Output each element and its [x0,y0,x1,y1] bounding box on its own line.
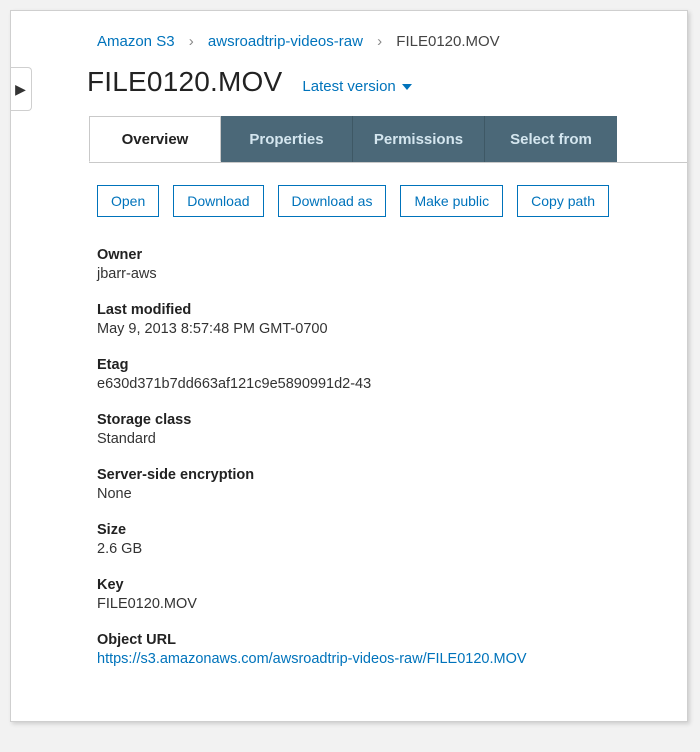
object-url-label: Object URL [97,632,667,648]
etag-value: e630d371b7dd663af121c9e5890991d2-43 [97,376,667,392]
breadcrumb-bucket[interactable]: awsroadtrip-videos-raw [208,33,363,50]
size-label: Size [97,522,667,538]
sse-value: None [97,486,667,502]
version-label: Latest version [302,78,395,95]
breadcrumb: Amazon S3 › awsroadtrip-videos-raw › FIL… [11,11,687,60]
tab-properties[interactable]: Properties [221,116,353,162]
last-modified-value: May 9, 2013 8:57:48 PM GMT-0700 [97,321,667,337]
action-bar: Open Download Download as Make public Co… [11,163,687,223]
prop-last-modified: Last modified May 9, 2013 8:57:48 PM GMT… [97,302,667,337]
owner-value: jbarr-aws [97,266,667,282]
storage-class-value: Standard [97,431,667,447]
prop-owner: Owner jbarr-aws [97,247,667,282]
etag-label: Etag [97,357,667,373]
expand-side-panel-button[interactable]: ▶ [10,67,32,111]
copy-path-button[interactable]: Copy path [517,185,609,217]
last-modified-label: Last modified [97,302,667,318]
prop-sse: Server-side encryption None [97,467,667,502]
prop-object-url: Object URL https://s3.amazonaws.com/awsr… [97,632,667,667]
prop-size: Size 2.6 GB [97,522,667,557]
open-button[interactable]: Open [97,185,159,217]
chevron-right-icon: ▶ [15,81,26,98]
key-label: Key [97,577,667,593]
chevron-right-icon: › [367,33,392,50]
storage-class-label: Storage class [97,412,667,428]
prop-key: Key FILE0120.MOV [97,577,667,612]
download-button[interactable]: Download [173,185,263,217]
breadcrumb-object: FILE0120.MOV [396,33,499,50]
tab-bar: Overview Properties Permissions Select f… [89,116,687,163]
tab-select-from[interactable]: Select from [485,116,617,162]
breadcrumb-root[interactable]: Amazon S3 [97,33,175,50]
caret-down-icon [402,84,412,90]
object-detail-panel: ▶ Amazon S3 › awsroadtrip-videos-raw › F… [10,10,688,722]
object-properties: Owner jbarr-aws Last modified May 9, 201… [11,223,687,667]
tab-permissions[interactable]: Permissions [353,116,485,162]
key-value: FILE0120.MOV [97,596,667,612]
prop-etag: Etag e630d371b7dd663af121c9e5890991d2-43 [97,357,667,392]
size-value: 2.6 GB [97,541,667,557]
download-as-button[interactable]: Download as [278,185,387,217]
owner-label: Owner [97,247,667,263]
prop-storage-class: Storage class Standard [97,412,667,447]
tab-overview[interactable]: Overview [89,116,221,162]
object-url-link[interactable]: https://s3.amazonaws.com/awsroadtrip-vid… [97,651,667,667]
sse-label: Server-side encryption [97,467,667,483]
make-public-button[interactable]: Make public [400,185,503,217]
chevron-right-icon: › [179,33,204,50]
version-dropdown[interactable]: Latest version [302,78,411,95]
page-title: FILE0120.MOV [87,66,282,98]
